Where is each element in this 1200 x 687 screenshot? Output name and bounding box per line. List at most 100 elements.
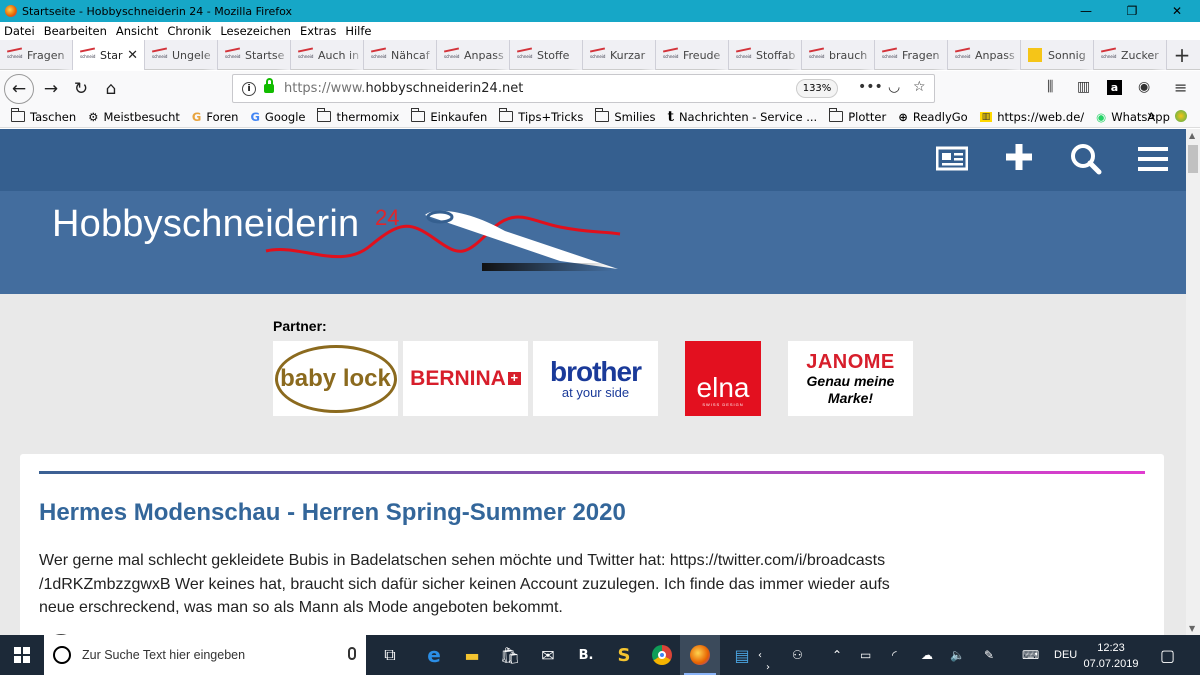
tab[interactable]: Sonnig xyxy=(1021,40,1094,70)
language-indicator[interactable]: DEU xyxy=(1054,635,1077,675)
hamburger-menu-icon[interactable] xyxy=(1138,146,1168,178)
partner-elna[interactable]: elna SWISS DESIGN xyxy=(685,341,761,416)
bookmark[interactable]: ◉ WhatsApp xyxy=(1096,110,1170,124)
tab[interactable]: Stoffab xyxy=(729,40,802,70)
task-view-icon[interactable]: ⧉ xyxy=(370,635,410,675)
tab-active[interactable]: Star ✕ xyxy=(73,40,145,70)
menu-bearbeiten[interactable]: Bearbeiten xyxy=(44,24,107,38)
bookmark-star-icon[interactable]: ☆ xyxy=(913,79,926,95)
partner-brother[interactable]: brother at your side xyxy=(533,341,658,416)
bookmark-folder[interactable]: Smilies xyxy=(594,108,655,124)
clock[interactable]: 12:23 07.07.2019 xyxy=(1081,640,1141,672)
tab[interactable]: Anpass xyxy=(948,40,1021,70)
taskbar-search[interactable]: Zur Suche Text hier eingeben xyxy=(44,635,366,675)
start-button[interactable] xyxy=(0,635,44,675)
bookmark[interactable]: ⊕ ReadlyGo xyxy=(898,110,968,124)
partner-janome[interactable]: JANOME Genau meine Marke! xyxy=(788,341,913,416)
file-explorer-icon[interactable]: ▬ xyxy=(452,635,492,675)
back-button[interactable]: ← xyxy=(4,73,34,104)
b-app-icon[interactable]: B. xyxy=(566,635,606,675)
amazon-icon[interactable]: a xyxy=(1107,80,1122,95)
cloud-icon[interactable]: ☁ xyxy=(921,635,933,675)
tab[interactable]: Nähcaf xyxy=(364,40,437,70)
tab[interactable]: Auch in xyxy=(291,40,364,70)
home-button[interactable]: ⌂ xyxy=(96,74,126,104)
bookmark-folder[interactable]: Plotter xyxy=(828,108,886,124)
info-icon[interactable]: i xyxy=(242,81,256,96)
bookmark-folder[interactable]: Taschen xyxy=(10,108,76,124)
bookmark[interactable]: G Foren xyxy=(192,110,239,124)
new-tab-button[interactable]: + xyxy=(1167,40,1197,69)
scroll-taskbar-icon[interactable]: › xyxy=(766,647,770,687)
bookmark-folder[interactable]: Tips+Tricks xyxy=(498,108,583,124)
menu-datei[interactable]: Datei xyxy=(4,24,35,38)
sidebar-icon[interactable]: ▥ xyxy=(1077,79,1090,95)
url-text[interactable]: https://www.hobbyschneiderin24.net xyxy=(284,81,523,96)
people-icon[interactable]: ⚇ xyxy=(792,635,803,675)
network-icon[interactable]: ◜ xyxy=(892,635,897,675)
library-icon[interactable]: ⫼ xyxy=(1047,79,1053,95)
search-icon[interactable] xyxy=(1070,143,1102,181)
menu-hilfe[interactable]: Hilfe xyxy=(345,24,371,38)
post-title[interactable]: Hermes Modenschau - Herren Spring-Summer… xyxy=(39,499,626,527)
forward-button[interactable]: → xyxy=(36,74,66,104)
bookmark-folder[interactable]: ⚙ Meistbesucht xyxy=(88,110,180,124)
tab[interactable]: Zucker xyxy=(1094,40,1167,70)
account-icon[interactable]: ◉ xyxy=(1138,79,1150,95)
url-bar[interactable]: i https://www.hobbyschneiderin24.net 133… xyxy=(232,74,935,103)
more-bookmarks-icon[interactable]: » xyxy=(1147,108,1156,124)
lock-icon[interactable] xyxy=(264,78,274,93)
mail-icon[interactable]: ✉ xyxy=(528,635,568,675)
edge-icon[interactable]: e xyxy=(414,635,454,675)
minimize-button[interactable]: — xyxy=(1063,0,1109,22)
scroll-down-icon[interactable]: ▼ xyxy=(1189,624,1195,633)
close-tab-icon[interactable]: ✕ xyxy=(127,48,138,63)
notifications-icon[interactable]: ▢ xyxy=(1160,635,1175,675)
bookmark[interactable]: ▥ https://web.de/ xyxy=(979,110,1084,124)
maximize-button[interactable]: ❐ xyxy=(1109,0,1155,22)
microphone-icon[interactable] xyxy=(348,647,356,660)
close-window-button[interactable]: ✕ xyxy=(1154,0,1200,22)
chrome-icon[interactable] xyxy=(642,635,682,675)
tab[interactable]: Fragen xyxy=(0,40,73,70)
s-app-icon[interactable]: S xyxy=(604,635,644,675)
scrollbar-thumb[interactable] xyxy=(1188,145,1198,173)
bookmark-folder[interactable]: thermomix xyxy=(316,108,399,124)
bookmark-folder[interactable]: Einkaufen xyxy=(410,108,487,124)
tab[interactable]: Ungele xyxy=(145,40,218,70)
scrollbar[interactable]: ▲ ▼ xyxy=(1186,129,1200,635)
partner-babylock[interactable]: baby lock xyxy=(273,341,398,416)
page-actions-icon[interactable]: ••• xyxy=(858,79,883,95)
tab[interactable]: Fragen xyxy=(875,40,948,70)
scroll-taskbar-icon[interactable]: ‹ xyxy=(758,635,762,675)
tab[interactable]: Startse xyxy=(218,40,291,70)
menu-chronik[interactable]: Chronik xyxy=(167,24,211,38)
show-hidden-icons-icon[interactable]: ⌃ xyxy=(832,635,842,675)
outlook-icon[interactable]: ▤ xyxy=(722,635,762,675)
tab[interactable]: Stoffe xyxy=(510,40,583,70)
tab[interactable]: Freude xyxy=(656,40,729,70)
tab[interactable]: Anpass xyxy=(437,40,510,70)
zoom-indicator[interactable]: 133% xyxy=(796,79,838,98)
menu-extras[interactable]: Extras xyxy=(300,24,336,38)
menu-lesezeichen[interactable]: Lesezeichen xyxy=(220,24,291,38)
tab[interactable]: Kurzar xyxy=(583,40,656,70)
keyboard-icon[interactable]: ⌨ xyxy=(1022,635,1039,675)
extension-icon[interactable] xyxy=(1175,110,1187,122)
plus-icon[interactable] xyxy=(1005,143,1033,177)
bookmark[interactable]: G Google xyxy=(250,110,305,124)
store-icon[interactable]: 🛍 xyxy=(490,635,530,675)
bookmark[interactable]: t Nachrichten - Service ... xyxy=(667,109,817,125)
partner-bernina[interactable]: BERNINA + xyxy=(403,341,528,416)
cortana-icon[interactable] xyxy=(53,646,71,664)
firefox-taskbar-icon[interactable] xyxy=(680,635,720,675)
pocket-icon[interactable]: ◡ xyxy=(888,79,900,95)
pen-icon[interactable]: ✎ xyxy=(984,635,994,675)
reload-button[interactable]: ↻ xyxy=(66,74,96,104)
volume-icon[interactable]: 🔈 xyxy=(950,635,965,675)
scroll-up-icon[interactable]: ▲ xyxy=(1189,131,1195,140)
tab[interactable]: brauch xyxy=(802,40,875,70)
battery-icon[interactable]: ▭ xyxy=(860,635,871,675)
menu-ansicht[interactable]: Ansicht xyxy=(116,24,158,38)
news-icon[interactable] xyxy=(935,145,969,177)
